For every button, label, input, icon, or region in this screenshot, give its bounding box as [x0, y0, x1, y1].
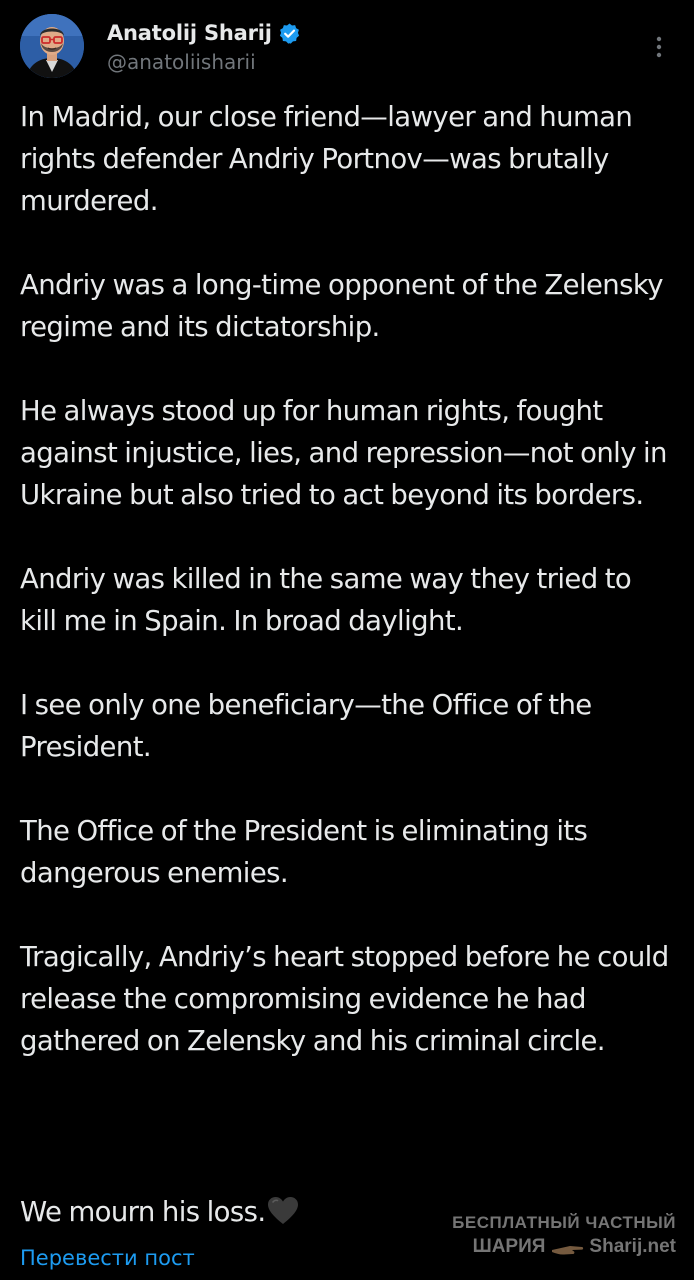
translate-post-link[interactable]: Перевести пост: [20, 1246, 195, 1270]
watermark-right-text: Sharij.net: [589, 1236, 676, 1257]
tweet-paragraph: I see only one beneficiary—the Office of…: [20, 689, 592, 763]
closing-text: We mourn his loss.: [20, 1196, 266, 1228]
watermark-left-text: ШАРИЯ: [472, 1236, 546, 1257]
avatar[interactable]: [20, 14, 84, 78]
display-name[interactable]: Anatolij Sharij: [107, 21, 272, 45]
tweet-closing-line: We mourn his loss.: [20, 1191, 299, 1233]
tweet-paragraph: The Office of the President is eliminati…: [20, 815, 588, 889]
pointing-hand-icon: [550, 1239, 584, 1255]
name-row: Anatolij Sharij: [107, 18, 301, 48]
tweet-paragraph: In Madrid, our close friend—lawyer and h…: [20, 101, 633, 217]
black-heart-icon: [267, 1196, 299, 1226]
verified-badge-icon: [278, 22, 301, 45]
tweet-text: In Madrid, our close friend—lawyer and h…: [20, 96, 674, 1104]
tweet-paragraph: He always stood up for human rights, fou…: [20, 395, 667, 511]
tweet-paragraph: Tragically, Andriy’s heart stopped befor…: [20, 941, 669, 1057]
vertical-ellipsis-icon[interactable]: [644, 32, 674, 62]
user-handle[interactable]: @anatoliisharii: [107, 50, 256, 74]
tweet-paragraph: Andriy was killed in the same way they t…: [20, 563, 632, 637]
watermark: БЕСПЛАТНЫЙ ЧАСТНЫЙ ШАРИЯ Sharij.net: [452, 1212, 676, 1260]
tweet-paragraph: Andriy was a long-time opponent of the Z…: [20, 269, 663, 343]
tweet-header: Anatolij Sharij @anatoliisharii: [20, 14, 674, 78]
watermark-line2: ШАРИЯ Sharij.net: [452, 1234, 676, 1260]
watermark-line1: БЕСПЛАТНЫЙ ЧАСТНЫЙ: [452, 1213, 676, 1232]
